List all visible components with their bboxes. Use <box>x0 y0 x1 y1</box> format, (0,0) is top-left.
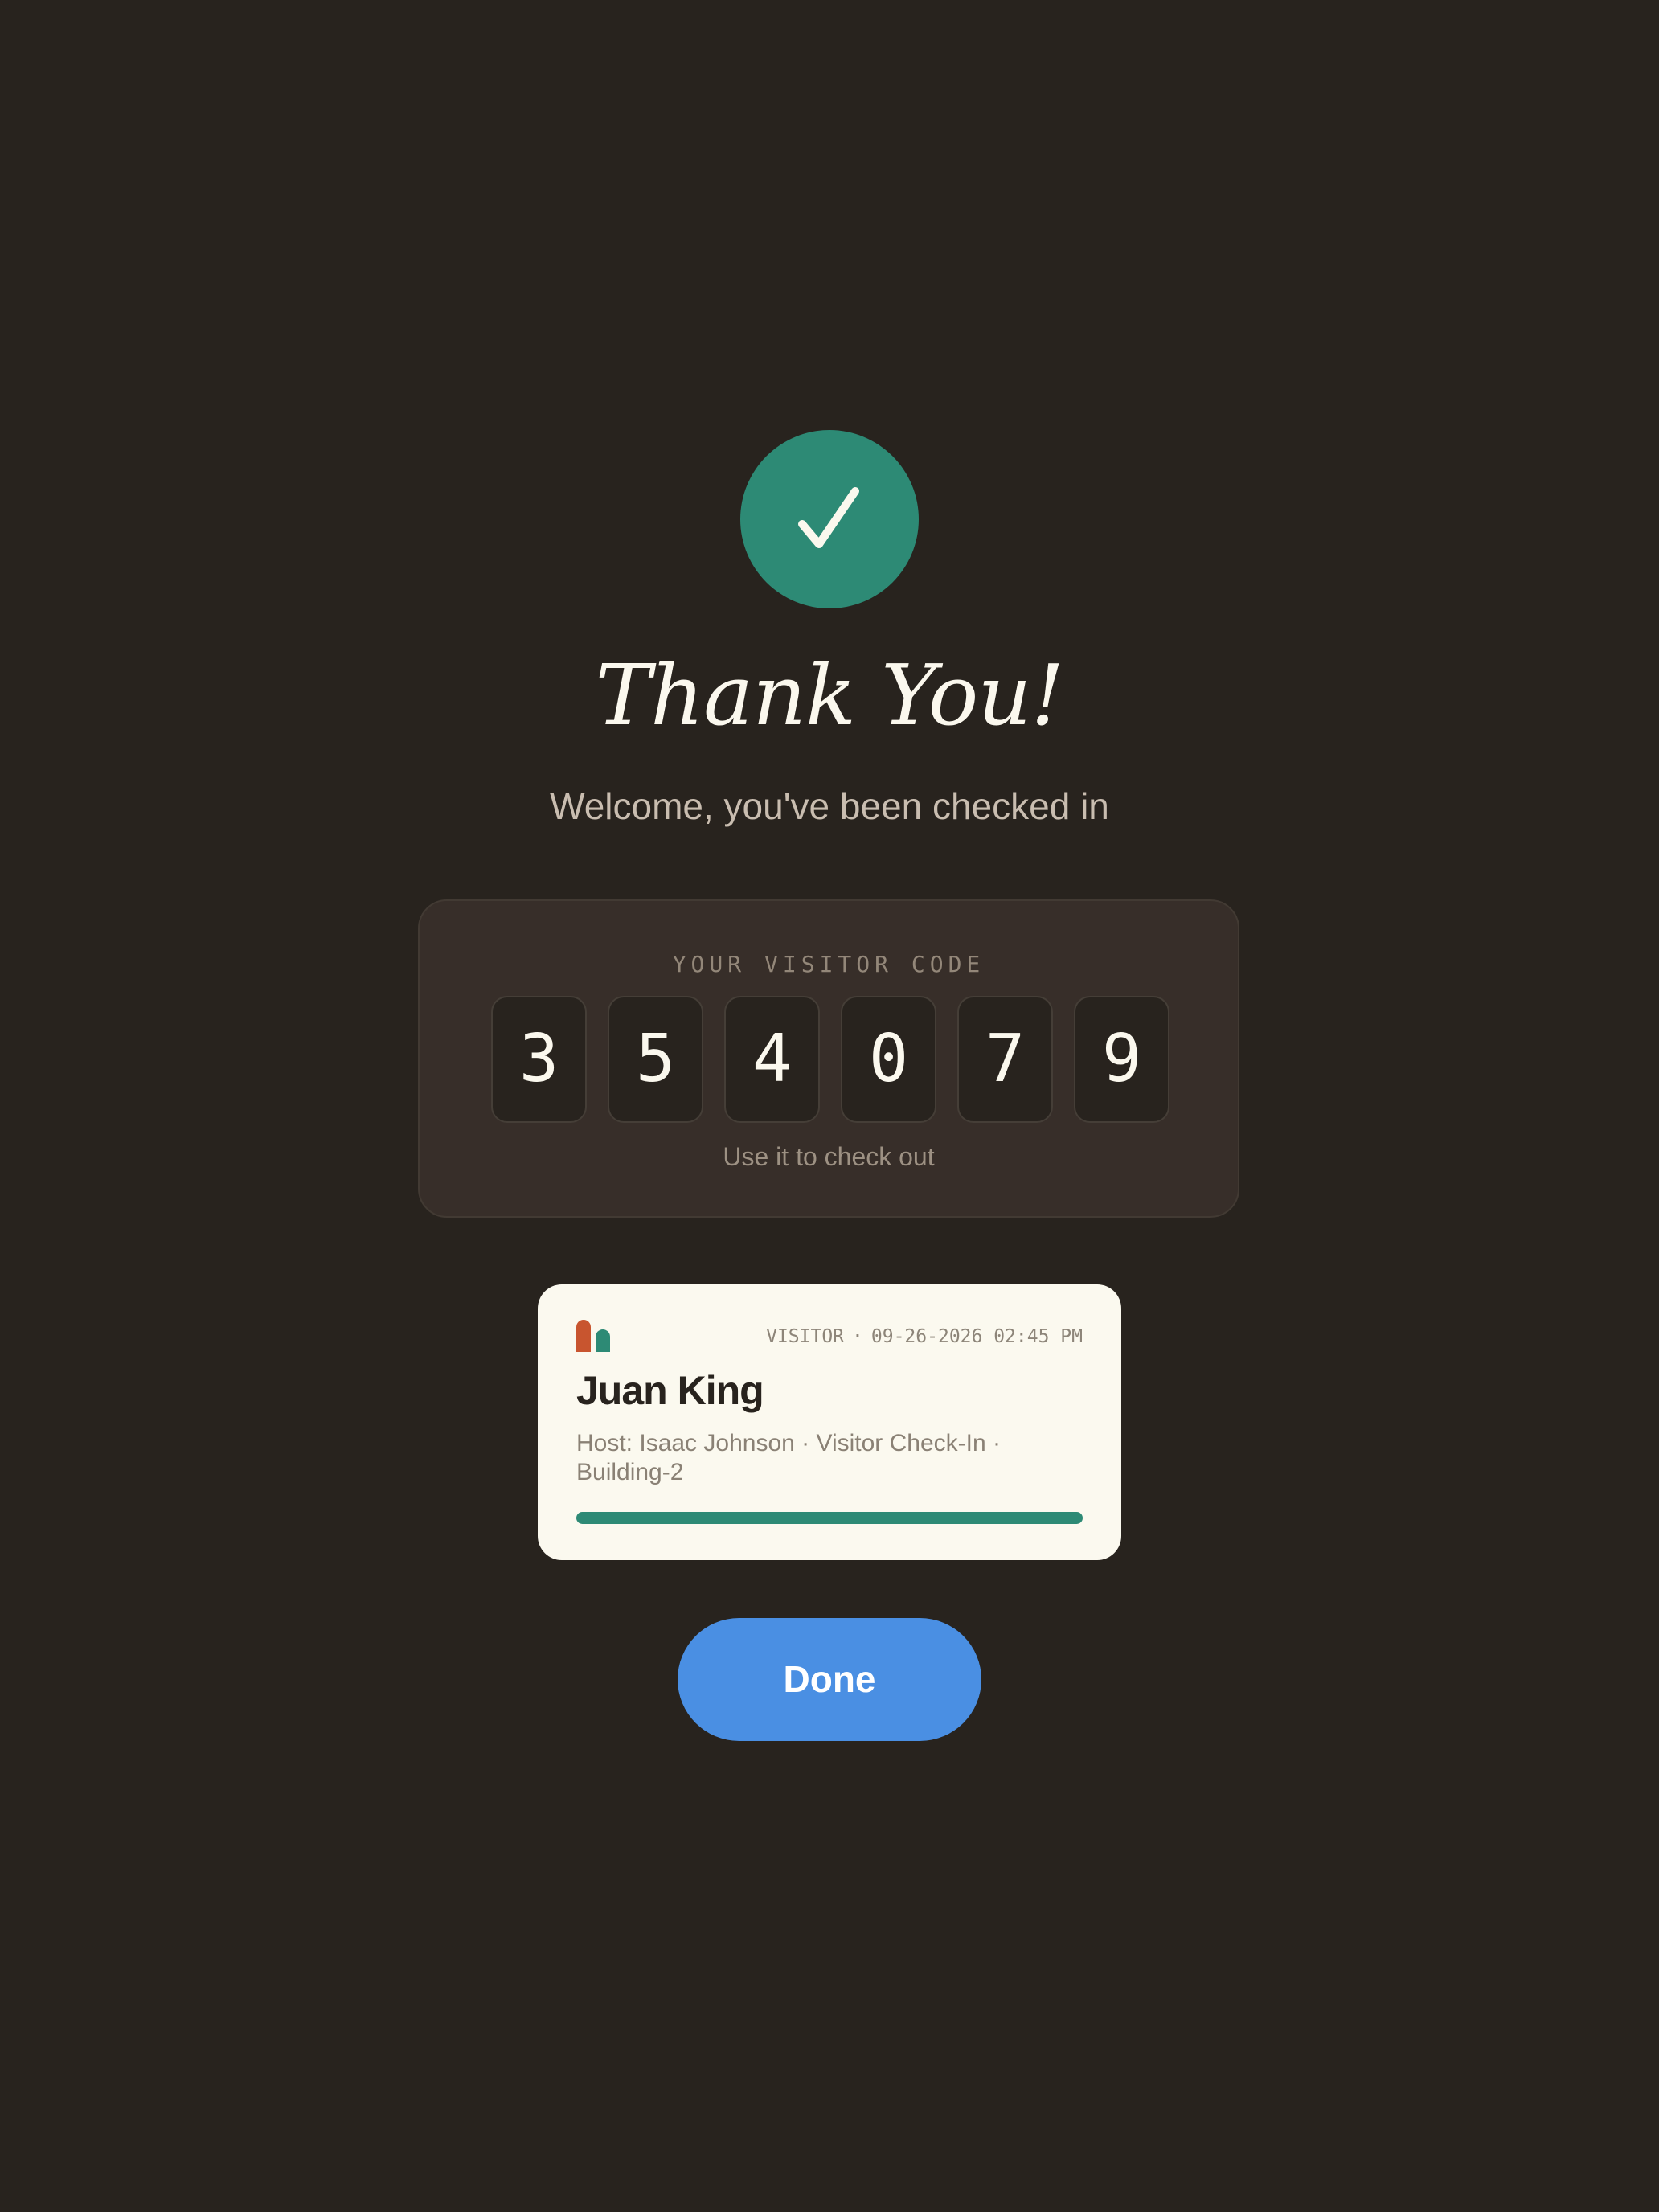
code-digit-5: 7 <box>957 996 1053 1123</box>
visitor-code-digits: 3 5 4 0 7 9 <box>491 996 1169 1123</box>
checkin-message: Welcome, you've been checked in <box>550 785 1109 827</box>
visitor-code-hint: Use it to check out <box>723 1142 935 1171</box>
visitor-badge-card: VISITOR · 09-26-2026 02:45 PM Juan King Ho… <box>538 1284 1121 1560</box>
building-logo-icon <box>576 1320 610 1352</box>
done-button[interactable]: Done <box>678 1618 981 1741</box>
visitor-code-panel: YOUR VISITOR CODE 3 5 4 0 7 9 Use it to … <box>418 899 1239 1218</box>
visitor-code-label: YOUR VISITOR CODE <box>672 951 985 977</box>
code-digit-3: 4 <box>724 996 820 1123</box>
badge-datetime: 09-26-2026 02:45 PM <box>870 1326 1083 1347</box>
meta-separator: · <box>852 1326 863 1347</box>
code-digit-4: 0 <box>841 996 936 1123</box>
checkmark-icon <box>798 487 859 548</box>
code-digit-6: 9 <box>1074 996 1169 1123</box>
code-digit-2: 5 <box>608 996 703 1123</box>
badge-accent-bar <box>576 1512 1083 1524</box>
badge-meta: VISITOR · 09-26-2026 02:45 PM <box>766 1325 1083 1349</box>
page-title: Thank You! <box>595 646 1064 744</box>
visitor-name: Juan King <box>576 1368 764 1413</box>
checkin-confirmation-screen: Thank You! Welcome, you've been checked … <box>0 0 1659 2212</box>
success-badge <box>740 430 919 608</box>
code-digit-1: 3 <box>491 996 587 1123</box>
visitor-details: Host: Isaac Johnson · Visitor Check-In ·… <box>576 1430 1001 1485</box>
badge-role: VISITOR <box>766 1326 845 1347</box>
